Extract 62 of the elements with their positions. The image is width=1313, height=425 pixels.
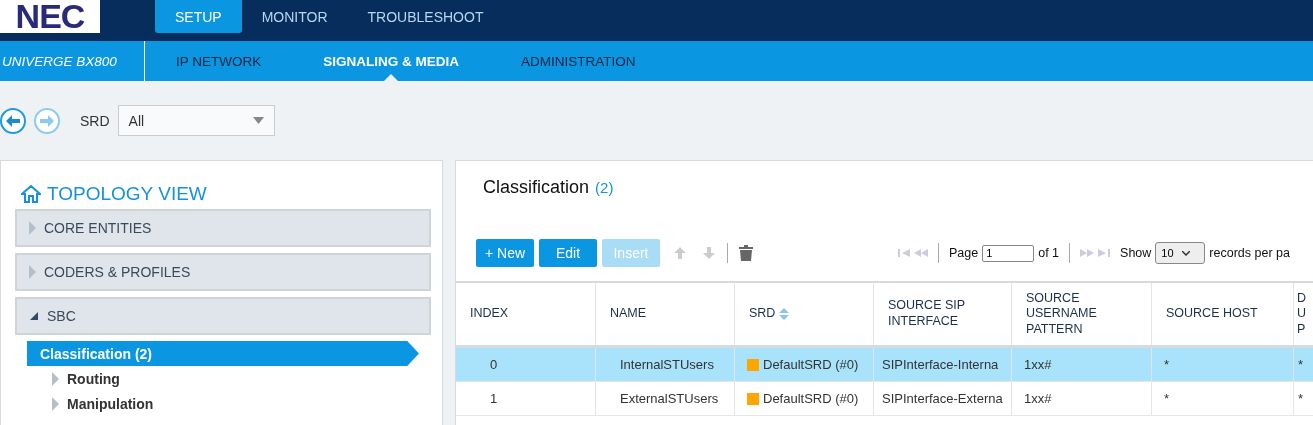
caret-icon <box>52 396 59 411</box>
page-title: Classification <box>483 177 590 198</box>
show-label: Show <box>1120 246 1152 260</box>
srd-label: SRD <box>80 112 110 129</box>
back-button[interactable] <box>0 107 26 134</box>
sidebar-section[interactable]: CORE ENTITIES <box>15 209 431 247</box>
first-page-icon[interactable] <box>898 249 910 257</box>
page-field[interactable]: 1 <box>982 244 1035 262</box>
logo: NEC <box>0 0 100 33</box>
table-cell: SIPInterface-Externa <box>882 391 1003 406</box>
table-cell: * <box>1164 357 1170 372</box>
product-name: UNIVERGE BX800 <box>0 41 145 81</box>
forward-icon <box>40 114 54 127</box>
table-cell: ExternalSTUsers <box>620 391 719 406</box>
column-header[interactable]: NAME <box>610 306 647 322</box>
table-cell: InternalSTUsers <box>620 357 714 372</box>
page-total: of 1 <box>1038 246 1060 260</box>
column-header[interactable]: SOURCE SIP INTERFACE <box>888 298 1011 330</box>
move-up-icon[interactable] <box>673 246 687 260</box>
top-tab[interactable]: TROUBLESHOOT <box>347 0 504 33</box>
table-cell: 1xx# <box>1024 391 1052 406</box>
column-header[interactable]: D U P <box>1297 290 1307 338</box>
records-label: records per pa <box>1209 246 1290 260</box>
back-icon <box>6 114 20 127</box>
previous-page-icon[interactable] <box>914 249 928 257</box>
page-size-dropdown[interactable]: 10 <box>1155 242 1206 264</box>
chevron-down-icon <box>1181 250 1190 256</box>
page-label: Page <box>949 246 979 260</box>
record-count: (2) <box>595 179 614 196</box>
table-cell: 0 <box>490 357 498 372</box>
home-icon <box>21 185 41 203</box>
sort-icon[interactable] <box>779 308 790 320</box>
column-header[interactable]: SOURCE HOST <box>1166 306 1258 322</box>
column-header[interactable]: SOURCE USERNAME PATTERN <box>1026 290 1151 338</box>
caret-icon <box>52 371 59 386</box>
next-page-icon[interactable] <box>1080 249 1095 257</box>
srd-dropdown[interactable]: All <box>117 105 275 136</box>
table-cell: DefaultSRD (#0) <box>763 357 859 372</box>
table-cell: * <box>1298 357 1304 372</box>
column-header[interactable]: SRD <box>749 306 776 322</box>
last-page-icon[interactable] <box>1098 249 1111 257</box>
table-cell: 1 <box>490 391 498 406</box>
delete-icon[interactable] <box>739 245 753 261</box>
sidebar-section[interactable]: CODERS & PROFILES <box>15 253 431 291</box>
table-cell: 1xx# <box>1024 357 1052 372</box>
sidebar-section[interactable]: SBC <box>15 297 431 335</box>
forward-button[interactable] <box>34 107 60 134</box>
top-tab[interactable]: MONITOR <box>241 0 348 33</box>
move-down-icon[interactable] <box>702 246 716 260</box>
nav-tab[interactable]: ADMINISTRATION <box>490 41 667 81</box>
dropdown-icon <box>252 117 264 124</box>
table-cell: SIPInterface-Interna <box>882 357 999 372</box>
nav-tab[interactable]: IP NETWORK <box>145 41 293 81</box>
sidebar-item[interactable]: Manipulation <box>27 391 419 416</box>
table-row[interactable]: 1 ExternalSTUsers DefaultSRD (#0) SIPInterface-Externa 1xx# * * <box>456 382 1313 416</box>
table-row[interactable]: 0 InternalSTUsers DefaultSRD (#0) SIPInterface-Interna 1xx# * * <box>456 348 1313 382</box>
table-cell: * <box>1298 391 1304 406</box>
table-cell: DefaultSRD (#0) <box>763 391 859 406</box>
sidebar-title: TOPOLOGY VIEW <box>47 183 207 205</box>
sidebar-item[interactable]: Routing <box>27 366 419 391</box>
column-header[interactable]: INDEX <box>470 306 509 322</box>
table-cell: * <box>1164 391 1170 406</box>
